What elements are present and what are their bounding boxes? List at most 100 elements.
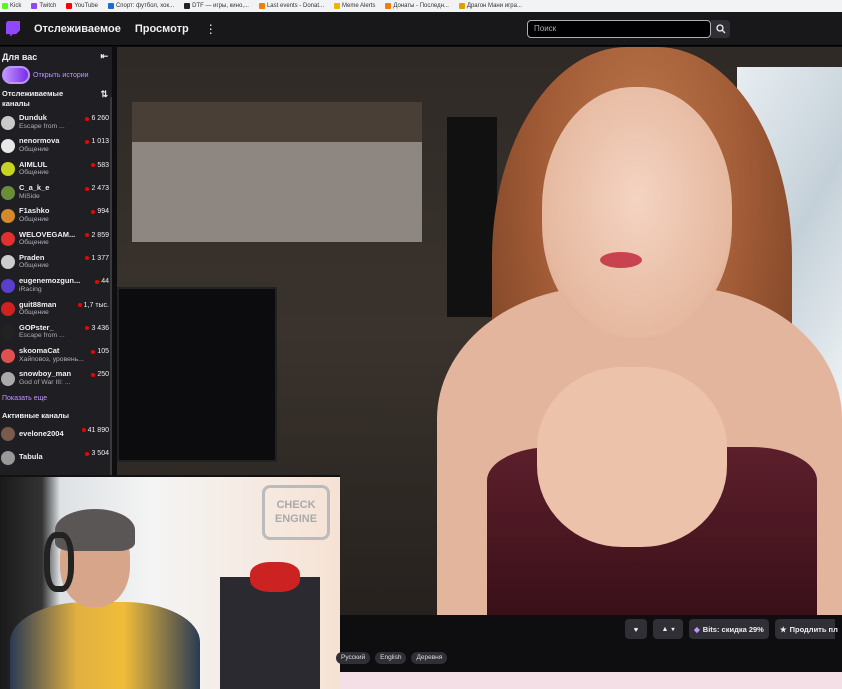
channel-avatar [1,371,15,386]
viewer-count: 2 473 [91,185,109,193]
sidebar-channel-item[interactable]: skoomaCat Хайповоз, уровень... 105 [0,344,112,367]
bookmark-favicon-icon [31,3,38,9]
webcam-neon-sign: CHECK ENGINE [262,485,330,540]
viewer-count: 1,7 тыс. [83,301,109,309]
search-input[interactable]: Поиск [527,20,711,38]
video-shelf-top [132,102,422,144]
sidebar-channel-item[interactable]: Dunduk Escape from ... 6 260 [0,111,112,134]
viewer-count: 994 [97,208,109,216]
bookmark-item[interactable]: Twitch [31,3,56,9]
channel-category: Escape from ... [19,122,65,130]
stream-tag[interactable]: English [375,652,407,664]
channel-name: Dunduk [19,114,47,123]
stream-actions: ♥ ▲ ▾ ◆ Bits: скидка 29% ★ Продлить пл [625,619,838,639]
chevron-down-icon: ▾ [671,626,675,633]
webcam-person-shirt [10,602,200,689]
live-indicator-icon [81,428,86,433]
channel-name: WELOVEGAM... [19,230,76,239]
live-indicator-icon [77,303,82,308]
stories-avatar[interactable] [2,66,30,84]
video-doorway [447,117,497,317]
search-button[interactable] [711,20,730,38]
bookmark-item[interactable]: Спорт: футбол, хок... [107,3,175,9]
bookmark-item[interactable]: Донаты - Последн... [385,3,449,9]
bookmark-item[interactable]: Kick [2,3,21,9]
bell-icon: ▲ [661,625,669,633]
sidebar-channel-item[interactable]: WELOVEGAM... Общение 2 859 [0,227,112,250]
sidebar-channel-item[interactable]: snowboy_man God of War III: ... 250 [0,367,112,390]
sidebar: Для вас ⇤ Открыть истории Отслеживаемые … [0,47,112,477]
bookmark-item[interactable]: Драгон Мани игра... [458,3,522,9]
sidebar-channel-item[interactable]: GOPster_ Escape from ... 3 436 [0,321,112,344]
sidebar-channel-item[interactable]: Praden Общение 1 377 [0,251,112,274]
channel-avatar [1,115,15,130]
channel-category: MiSide [19,192,40,200]
show-more-link[interactable]: Показать еще [0,391,112,406]
bookmark-favicon-icon [107,3,114,9]
stream-tag[interactable]: Русский [336,652,371,664]
notifications-button[interactable]: ▲ ▾ [653,619,683,639]
channel-avatar [1,232,15,247]
channel-avatar [1,185,15,200]
bookmark-favicon-icon [258,3,265,9]
nav-following-link[interactable]: Отслеживаемое [34,23,121,35]
viewer-count: 1 377 [91,254,109,262]
collapse-sidebar-icon[interactable]: ⇤ [100,51,108,62]
channel-category: Хайповоз, уровень... [19,355,84,363]
channel-category: Общение [19,145,49,153]
video-streamer-face [542,87,732,337]
live-indicator-icon [91,372,96,377]
channel-category: Общение [19,169,49,177]
bookmark-item[interactable]: Last events - Donat... [258,3,324,9]
stories-label[interactable]: Открыть истории [33,72,89,79]
nav-browse-link[interactable]: Просмотр [135,23,189,35]
viewer-count: 2 859 [91,231,109,239]
channel-category: Общение [19,262,49,270]
bookmark-label: YouTube [74,3,98,9]
bookmark-label: Last events - Donat... [266,3,324,9]
bookmark-favicon-icon [385,3,392,9]
webcam-figurines [250,562,300,592]
channel-name: Tabula [19,453,43,462]
video-shelf [132,142,422,242]
bookmark-favicon-icon [66,3,73,9]
sidebar-channel-item[interactable]: guit88man Общение 1,7 тыс. [0,297,112,320]
channel-name: C_a_k_e [19,184,50,193]
stream-tag[interactable]: Деревня [411,652,448,664]
heart-icon: ♥ [633,624,639,634]
twitch-logo-icon[interactable] [6,20,20,37]
live-indicator-icon [85,139,90,144]
top-nav: Отслеживаемое Просмотр ⋮ Поиск [0,12,842,46]
sidebar-channel-item[interactable]: nenormova Общение 1 013 [0,134,112,157]
sidebar-channel-item[interactable]: Tabula 3 504 [0,446,112,469]
more-menu-icon[interactable]: ⋮ [205,22,217,36]
channel-avatar [1,325,15,340]
follow-heart-button[interactable]: ♥ [625,619,647,639]
viewer-count: 44 [101,278,109,286]
sidebar-scrollbar[interactable] [110,97,112,477]
channel-avatar [1,162,15,177]
live-indicator-icon [91,163,96,168]
sidebar-channel-item[interactable]: AIMLUL Общение 583 [0,158,112,181]
sidebar-channel-item[interactable]: eugenemozgun... iRacing 44 [0,274,112,297]
bits-button[interactable]: ◆ Bits: скидка 29% [689,619,769,639]
active-channel-list: evelone2004 41 890 Tabula 3 504 [0,423,112,470]
sidebar-channel-item[interactable]: evelone2004 41 890 [0,423,112,446]
webcam-shelf [220,577,320,689]
bookmark-item[interactable]: Meme Alerts [334,3,375,9]
bookmark-item[interactable]: DTF — игры, кино,... [184,3,249,9]
bookmark-favicon-icon [184,3,191,9]
live-indicator-icon [85,186,90,191]
bookmark-label: Драгон Мани игра... [466,3,522,9]
bookmark-item[interactable]: YouTube [66,3,98,9]
video-streamer-lips [600,252,642,268]
channel-name: snowboy_man [19,370,72,379]
live-indicator-icon [85,326,90,331]
extend-subscription-button[interactable]: ★ Продлить пл [774,619,838,639]
bookmark-label: Спорт: футбол, хок... [115,3,175,9]
bits-icon: ◆ [694,624,700,634]
stories-row[interactable]: Открыть истории [0,63,112,87]
sidebar-channel-item[interactable]: C_a_k_e MiSide 2 473 [0,181,112,204]
sort-icon[interactable]: ⇅ [100,89,108,109]
sidebar-channel-item[interactable]: F1ashko Общение 994 [0,204,112,227]
